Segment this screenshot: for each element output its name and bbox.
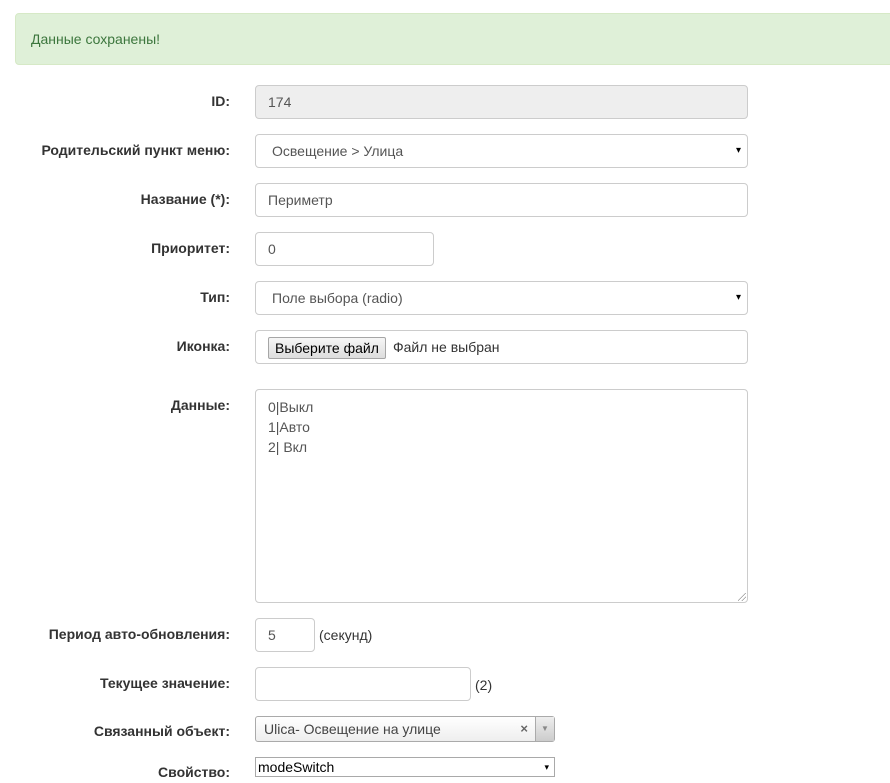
clear-icon[interactable]: × [520, 717, 528, 741]
title-label: Название (*): [140, 191, 230, 207]
priority-label: Приоритет: [151, 240, 230, 256]
parent-select[interactable]: Освещение > Улица ▾ [255, 134, 748, 168]
id-value: 174 [268, 94, 292, 110]
data-line: 2| Вкл [268, 439, 308, 455]
refresh-input[interactable]: 5 [255, 618, 315, 652]
property-label: Свойство: [158, 764, 230, 780]
priority-value: 0 [268, 241, 276, 257]
title-input[interactable]: Периметр [255, 183, 748, 217]
file-status: Файл не выбран [393, 339, 500, 355]
success-message: Данные сохранены! [31, 31, 161, 47]
parent-value: Освещение > Улица [272, 143, 404, 159]
data-label: Данные: [170, 397, 230, 413]
current-suffix: (2) [475, 677, 493, 693]
current-label: Текущее значение: [100, 675, 230, 691]
chevron-down-icon: ▾ [735, 292, 741, 303]
icon-label: Иконка: [176, 338, 230, 354]
icon-file-input: Выберите файл Файл не выбран [255, 330, 748, 364]
property-value: modeSwitch [258, 759, 335, 775]
success-alert: Данные сохранены! [15, 13, 890, 65]
id-label: ID: [211, 93, 230, 109]
resize-handle[interactable] [738, 593, 746, 601]
parent-label: Родительский пункт меню: [41, 142, 230, 158]
refresh-suffix: (секунд) [319, 627, 373, 643]
chevron-down-icon: ▾ [544, 762, 549, 772]
chevron-down-icon[interactable]: ▼ [535, 717, 554, 741]
refresh-label: Период авто-обновления: [48, 626, 230, 642]
linked-object-value: Ulica- Освещение на улице [264, 721, 441, 737]
title-value: Периметр [268, 192, 333, 208]
linked-object-label: Связанный объект: [93, 723, 230, 739]
refresh-value: 5 [268, 627, 276, 643]
data-line: 1|Авто [268, 419, 310, 435]
priority-input[interactable]: 0 [255, 232, 434, 266]
type-select[interactable]: Поле выбора (radio) ▾ [255, 281, 748, 315]
linked-object-select[interactable]: Ulica- Освещение на улице × ▼ [255, 716, 555, 742]
property-select[interactable]: modeSwitch ▾ [255, 757, 555, 777]
id-field: 174 [255, 85, 748, 119]
chevron-down-icon: ▾ [735, 145, 741, 156]
choose-file-button[interactable]: Выберите файл [268, 337, 386, 359]
type-value: Поле выбора (radio) [272, 290, 403, 306]
current-input[interactable] [255, 667, 471, 701]
data-textarea[interactable]: 0|Выкл 1|Авто 2| Вкл [255, 389, 748, 603]
type-label: Тип: [200, 289, 230, 305]
data-line: 0|Выкл [268, 399, 314, 415]
